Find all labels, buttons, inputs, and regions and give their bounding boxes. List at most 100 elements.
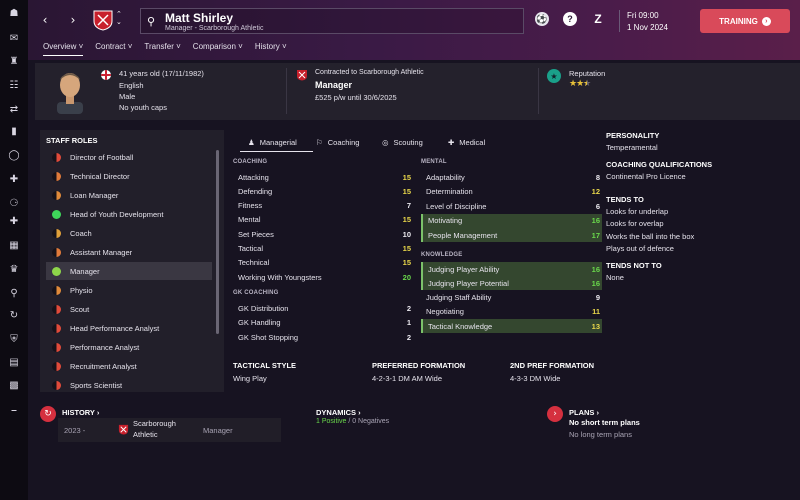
attribute-row[interactable]: Motivating 16: [421, 213, 602, 228]
staff-role-item[interactable]: Manager: [46, 262, 212, 280]
team-report-icon[interactable]: ☷: [7, 80, 21, 92]
attribute-tabs: ♟ Managerial ⚐ Coaching ◎ Scouting ✚ Medical: [232, 134, 602, 154]
attribute-row[interactable]: Tactical 15: [233, 242, 413, 256]
staff-role-label: Coach: [70, 228, 92, 238]
football-icon[interactable]: ⚽: [535, 12, 549, 26]
attribute-row[interactable]: Defending 15: [233, 184, 413, 198]
role-suitability-icon: [52, 323, 61, 333]
staff-role-label: Recruitment Analyst: [70, 361, 137, 371]
attribute-row[interactable]: Judging Player Potential 16: [421, 276, 602, 291]
plans-link[interactable]: PLANS ›: [569, 408, 599, 417]
attribute-value: 2: [406, 303, 411, 313]
attribute-value: 8: [595, 172, 600, 182]
competitions-icon[interactable]: ♛: [7, 264, 21, 276]
attribute-row[interactable]: Working With Youngsters 20: [233, 270, 413, 284]
manager-nationality: English: [119, 81, 144, 90]
staff-role-item[interactable]: Scout: [46, 300, 212, 318]
dynamics-icon[interactable]: ⇄: [7, 104, 21, 116]
attribute-row[interactable]: GK Shot Stopping 2: [233, 330, 413, 344]
managerial-icon: ♟: [248, 138, 255, 147]
staff-role-item[interactable]: Director of Football: [46, 148, 212, 166]
attribute-row[interactable]: GK Distribution 2: [233, 301, 413, 315]
staff-icon[interactable]: ▮: [7, 126, 21, 138]
first-aid-icon[interactable]: ✚: [7, 216, 21, 228]
club-crest-icon[interactable]: [92, 9, 114, 31]
history-link[interactable]: HISTORY ›: [62, 408, 99, 417]
transfers-icon[interactable]: ↻: [7, 310, 21, 322]
attribute-value: 15: [402, 215, 411, 225]
current-time: Fri 09:00: [627, 11, 659, 20]
staff-role-item[interactable]: Performance Analyst: [46, 338, 212, 356]
staff-role-item[interactable]: Physio: [46, 281, 212, 299]
tab-medical[interactable]: ✚ Medical: [448, 138, 485, 147]
club-switch-chevrons-icon[interactable]: ⌃ ⌄: [116, 10, 122, 26]
tab-contract[interactable]: Contract ˅: [95, 42, 132, 56]
roles-scrollbar[interactable]: [216, 150, 219, 334]
development-icon[interactable]: ▩: [7, 380, 21, 392]
staff-role-item[interactable]: Assistant Manager: [46, 243, 212, 261]
inbox-icon[interactable]: ✉: [7, 33, 21, 45]
staff-role-item[interactable]: Coach: [46, 224, 212, 242]
staff-role-item[interactable]: Sports Scientist: [46, 376, 212, 394]
chevron-down-icon: ˅: [127, 42, 133, 51]
attribute-row[interactable]: Adaptability 8: [421, 170, 602, 184]
finances-icon[interactable]: ▤: [7, 357, 21, 369]
help-icon[interactable]: ?: [563, 12, 577, 26]
forward-arrow-icon[interactable]: ›: [66, 12, 80, 28]
attribute-row[interactable]: Determination 12: [421, 185, 602, 199]
attribute-row[interactable]: People Management 17: [421, 228, 602, 242]
tab-transfer[interactable]: Transfer ˅: [144, 42, 180, 56]
attribute-label: Working With Youngsters: [238, 272, 322, 282]
schedule-icon[interactable]: ▦: [7, 240, 21, 252]
staff-role-item[interactable]: Technical Director: [46, 167, 212, 185]
tends-to-title: TENDS TO: [606, 195, 644, 204]
attribute-row[interactable]: Tactical Knowledge 13: [421, 319, 602, 334]
search-icon[interactable]: ⚲: [7, 288, 21, 300]
training-icon[interactable]: ◯: [7, 150, 21, 162]
attribute-row[interactable]: Fitness 7: [233, 199, 413, 213]
attribute-row[interactable]: Mental 15: [233, 213, 413, 227]
role-suitability-icon: [52, 228, 61, 238]
search-box[interactable]: ⚲ Matt Shirley Manager - Scarborough Ath…: [140, 8, 524, 34]
back-arrow-icon[interactable]: ‹: [38, 12, 52, 28]
tab-overview[interactable]: Overview ˅: [43, 42, 84, 56]
tab-comparison[interactable]: Comparison ˅: [193, 42, 243, 56]
attribute-label: Negotiating: [426, 307, 464, 317]
scouting-icon[interactable]: ⚆: [7, 198, 21, 210]
chevron-down-icon: ˅: [238, 42, 243, 51]
tab-managerial[interactable]: ♟ Managerial: [248, 138, 297, 147]
history-icon[interactable]: ↻: [40, 406, 56, 422]
staff-role-item[interactable]: Head of Youth Development: [46, 205, 212, 223]
attribute-row[interactable]: Negotiating 11: [421, 305, 602, 319]
pitch-icon[interactable]: ⎯: [7, 405, 21, 417]
staff-role-item[interactable]: Loan Manager: [46, 186, 212, 204]
attribute-row[interactable]: Level of Discipline 6: [421, 199, 602, 213]
history-club-line1: Scarborough: [133, 419, 176, 428]
medical-centre-icon[interactable]: ✚: [7, 174, 21, 186]
staff-role-item[interactable]: Head Performance Analyst: [46, 319, 212, 337]
attribute-row[interactable]: Technical 15: [233, 256, 413, 270]
attribute-row[interactable]: Judging Player Ability 16: [421, 262, 602, 276]
tab-coaching[interactable]: ⚐ Coaching: [316, 138, 359, 147]
training-button[interactable]: TRAINING ›: [700, 9, 790, 33]
attribute-row[interactable]: GK Handling 1: [233, 316, 413, 330]
dynamics-link[interactable]: DYNAMICS ›: [316, 408, 361, 417]
club-crest-icon: [118, 424, 129, 435]
plans-arrow-icon[interactable]: ›: [547, 406, 563, 422]
attribute-label: Determination: [426, 187, 473, 196]
attribute-row[interactable]: Set Pieces 10: [233, 227, 413, 241]
history-row[interactable]: 2023 - Scarborough Athletic Manager: [58, 418, 281, 442]
attribute-row[interactable]: Attacking 15: [233, 170, 413, 184]
staff-role-label: Manager: [70, 266, 100, 276]
zee-icon[interactable]: Z: [591, 12, 605, 26]
home-icon[interactable]: ☗: [7, 8, 21, 20]
history-club-line2: Athletic: [133, 430, 158, 439]
squad-icon[interactable]: ♜: [7, 56, 21, 68]
tab-history[interactable]: History ˅: [255, 42, 287, 56]
club-info-icon[interactable]: ⛨: [7, 334, 21, 346]
club-crest-icon[interactable]: [296, 69, 308, 81]
tab-scouting[interactable]: ◎ Scouting: [382, 138, 423, 147]
history-year: 2023 -: [64, 426, 86, 435]
staff-role-item[interactable]: Recruitment Analyst: [46, 357, 212, 375]
attribute-row[interactable]: Judging Staff Ability 9: [421, 291, 602, 305]
